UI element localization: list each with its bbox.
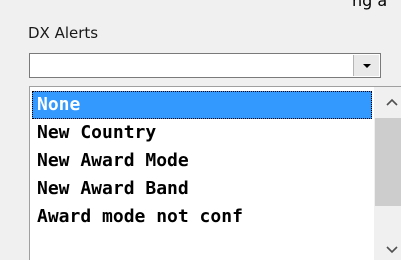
scroll-up-button[interactable] [374,87,401,117]
scroll-down-button[interactable] [374,235,401,260]
dx-alerts-panel: ng a DX Alerts None New Country New Awar… [0,0,401,260]
list-item-new-award-band[interactable]: New Award Band [32,175,372,203]
dx-alerts-listbox[interactable]: None New Country New Award Mode New Awar… [29,86,401,260]
dx-alerts-label: DX Alerts [28,24,99,42]
list-item-none[interactable]: None [32,91,372,119]
listbox-items: None New Country New Award Mode New Awar… [32,91,372,231]
clipped-heading-text: ng a [352,0,388,10]
chevron-down-icon [385,246,398,254]
list-item-new-award-mode[interactable]: New Award Mode [32,147,372,175]
list-item-new-country[interactable]: New Country [32,119,372,147]
listbox-scrollbar[interactable] [374,87,401,260]
chevron-down-icon [362,63,371,68]
combobox-dropdown-button[interactable] [353,55,379,76]
scroll-thumb[interactable] [375,118,401,206]
chevron-up-icon [385,98,398,106]
list-item-award-mode-not-conf[interactable]: Award mode not conf [32,203,372,231]
dx-alerts-combobox[interactable] [29,53,381,78]
